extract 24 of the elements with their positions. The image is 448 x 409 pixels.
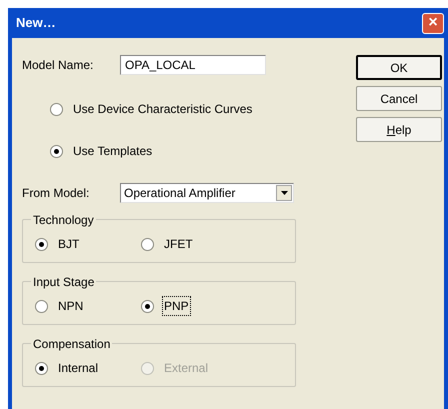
radio-button[interactable]	[50, 144, 63, 158]
dialog-button[interactable]: Cancel	[356, 86, 442, 111]
radio-button[interactable]	[35, 238, 48, 250]
field-label: From Model:	[22, 185, 90, 202]
model-dropdown[interactable]: Operational Amplifier	[120, 183, 294, 203]
radio-label: NPN	[57, 298, 84, 315]
radio-button[interactable]	[50, 102, 63, 116]
radio-label: PNP	[162, 296, 191, 316]
radio-label: BJT	[57, 236, 80, 253]
dialog-button[interactable]: OK	[356, 55, 442, 80]
radio-label: Internal	[57, 360, 100, 377]
radio-button[interactable]	[141, 300, 154, 312]
field-label: Model Name:	[22, 57, 94, 74]
radio-label: Use Device Characteristic Curves	[72, 101, 254, 118]
model-name-field[interactable]: OPA_LOCAL	[120, 55, 266, 75]
dialog-button[interactable]: Help	[356, 117, 442, 142]
radio-label: Use Templates	[72, 143, 154, 160]
radio-label: External	[163, 360, 210, 377]
radio-button[interactable]	[35, 362, 48, 374]
window-title: New…	[16, 14, 56, 32]
radio-button[interactable]	[141, 238, 154, 250]
radio-label: JFET	[163, 236, 194, 253]
close-button[interactable]: ×	[422, 12, 444, 34]
radio-button[interactable]	[35, 300, 48, 312]
